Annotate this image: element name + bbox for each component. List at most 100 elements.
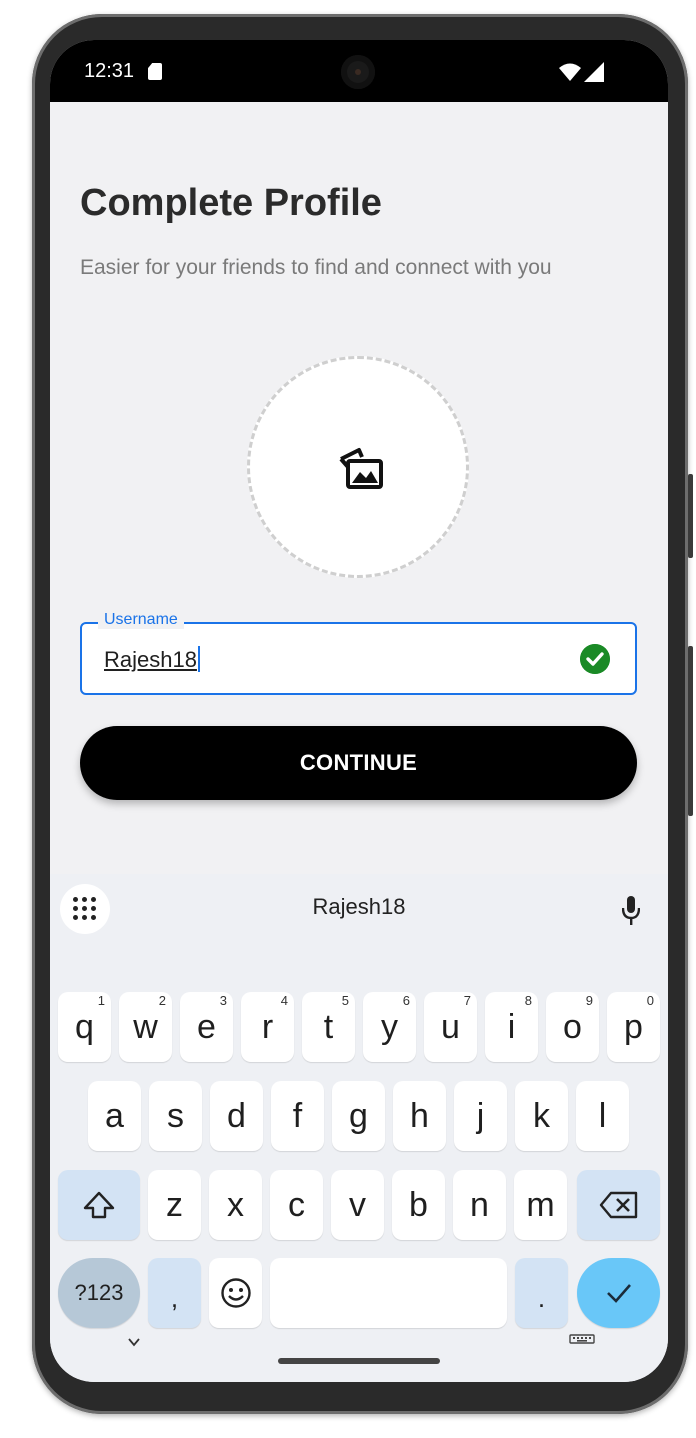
wifi-icon xyxy=(559,63,581,81)
key-label: x xyxy=(227,1186,244,1224)
checkmark-icon xyxy=(606,1284,631,1303)
backspace-icon xyxy=(599,1191,637,1219)
shift-icon xyxy=(83,1191,115,1219)
key-label: e xyxy=(197,1008,216,1046)
key[interactable]: w2 xyxy=(119,992,172,1062)
key-label: k xyxy=(533,1097,550,1135)
key[interactable]: n xyxy=(453,1170,506,1240)
key-label: z xyxy=(166,1186,183,1224)
key-label: d xyxy=(227,1097,246,1135)
front-camera xyxy=(341,55,375,89)
key-label: a xyxy=(105,1097,124,1135)
enter-key[interactable] xyxy=(577,1258,660,1328)
status-time: 12:31 xyxy=(84,60,135,82)
power-button xyxy=(688,474,693,558)
key-hint: 2 xyxy=(158,993,166,1008)
key-label: c xyxy=(288,1186,305,1224)
key-label: j xyxy=(476,1097,485,1135)
status-bar: 12:31 xyxy=(50,40,668,102)
shift-key[interactable] xyxy=(58,1170,140,1240)
hide-keyboard-chevron-icon[interactable] xyxy=(128,1336,140,1348)
key-label: b xyxy=(409,1186,428,1224)
profile-photo-picker[interactable] xyxy=(247,356,469,578)
comma-key[interactable]: , xyxy=(148,1258,201,1328)
emoji-icon xyxy=(220,1278,251,1308)
key[interactable]: m xyxy=(514,1170,567,1240)
volume-button xyxy=(688,646,693,816)
key-label: n xyxy=(470,1186,489,1224)
key[interactable]: d xyxy=(210,1081,263,1151)
username-value: Rajesh18 xyxy=(104,647,197,672)
key-label: y xyxy=(381,1008,398,1046)
key-label: f xyxy=(292,1097,303,1135)
key[interactable]: b xyxy=(392,1170,445,1240)
key-hint: 4 xyxy=(280,993,288,1008)
keyboard-toolbar: Rajesh18 xyxy=(50,874,668,944)
add-photo-icon xyxy=(339,448,383,489)
screen: 12:31 Complete Profile Easier for your f… xyxy=(50,40,668,1382)
key-label: m xyxy=(526,1186,555,1224)
key-label: p xyxy=(624,1008,643,1046)
continue-button[interactable]: CONTINUE xyxy=(80,726,637,800)
key-label: l xyxy=(598,1097,607,1135)
key[interactable]: e3 xyxy=(180,992,233,1062)
key-hint: 5 xyxy=(341,993,349,1008)
space-key[interactable] xyxy=(270,1258,507,1328)
username-input[interactable]: Rajesh18 xyxy=(104,646,200,673)
key-hint: 0 xyxy=(646,993,654,1008)
key[interactable]: g xyxy=(332,1081,385,1151)
signal-icon xyxy=(584,62,604,82)
key[interactable]: p0 xyxy=(607,992,660,1062)
key[interactable]: y6 xyxy=(363,992,416,1062)
key[interactable]: r4 xyxy=(241,992,294,1062)
key-hint: 1 xyxy=(97,993,105,1008)
key-label: q xyxy=(75,1008,94,1046)
key-label: u xyxy=(441,1008,460,1046)
period-key[interactable]: . xyxy=(515,1258,568,1328)
home-indicator[interactable] xyxy=(278,1358,440,1364)
key-label: i xyxy=(507,1008,516,1046)
key[interactable]: a xyxy=(88,1081,141,1151)
key[interactable]: i8 xyxy=(485,992,538,1062)
key[interactable]: t5 xyxy=(302,992,355,1062)
key[interactable]: k xyxy=(515,1081,568,1151)
microphone-icon[interactable] xyxy=(622,896,640,926)
key[interactable]: j xyxy=(454,1081,507,1151)
soft-keyboard: Rajesh18 q1w2e3r4t5y6u7i8o9p0 asdfghjkl … xyxy=(50,874,668,1382)
key[interactable]: q1 xyxy=(58,992,111,1062)
key[interactable]: c xyxy=(270,1170,323,1240)
key-label: t xyxy=(323,1008,334,1046)
backspace-key[interactable] xyxy=(577,1170,660,1240)
emoji-key[interactable] xyxy=(209,1258,262,1328)
key-hint: 7 xyxy=(463,993,471,1008)
key-hint: 6 xyxy=(402,993,410,1008)
key[interactable]: v xyxy=(331,1170,384,1240)
username-field[interactable]: Username Rajesh18 xyxy=(80,611,637,695)
suggestion-chip[interactable]: Rajesh18 xyxy=(50,894,668,920)
key-hint: 8 xyxy=(524,993,532,1008)
key[interactable]: s xyxy=(149,1081,202,1151)
key[interactable]: z xyxy=(148,1170,201,1240)
symbols-key[interactable]: ?123 xyxy=(58,1258,140,1328)
sd-card-icon xyxy=(148,63,162,80)
key[interactable]: f xyxy=(271,1081,324,1151)
keyboard-switch-icon[interactable] xyxy=(569,1334,595,1348)
page-title: Complete Profile xyxy=(80,182,382,224)
page-subtitle: Easier for your friends to find and conn… xyxy=(80,256,552,279)
check-circle-icon xyxy=(580,644,610,674)
key-label: o xyxy=(563,1008,582,1046)
key[interactable]: l xyxy=(576,1081,629,1151)
username-label: Username xyxy=(98,611,184,629)
key[interactable]: o9 xyxy=(546,992,599,1062)
key-hint: 3 xyxy=(219,993,227,1008)
key[interactable]: u7 xyxy=(424,992,477,1062)
key-label: v xyxy=(349,1186,366,1224)
key-hint: 9 xyxy=(585,993,593,1008)
text-cursor xyxy=(197,646,200,672)
key[interactable]: h xyxy=(393,1081,446,1151)
key-label: s xyxy=(167,1097,184,1135)
key-label: g xyxy=(349,1097,368,1135)
key[interactable]: x xyxy=(209,1170,262,1240)
key-label: r xyxy=(261,1008,274,1046)
key-label: h xyxy=(410,1097,429,1135)
